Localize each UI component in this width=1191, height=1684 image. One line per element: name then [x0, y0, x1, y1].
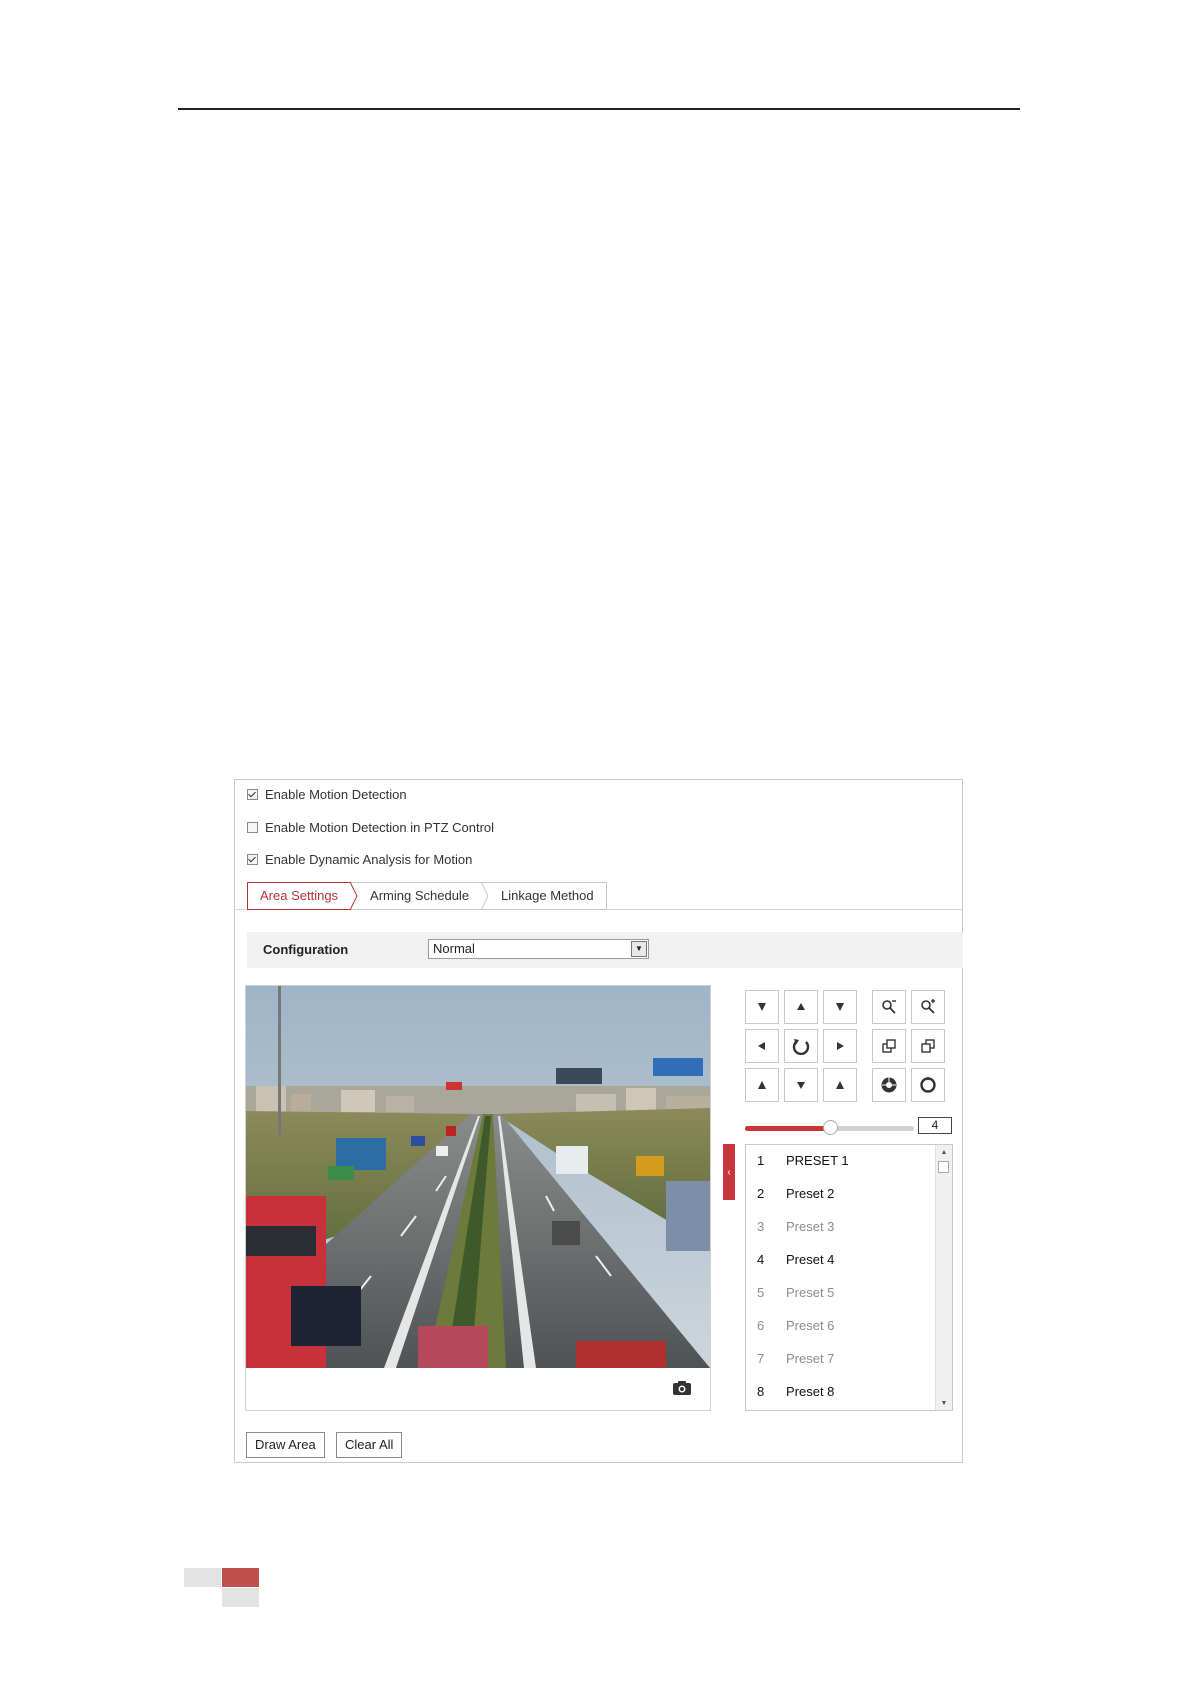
- up-icon[interactable]: [784, 990, 818, 1024]
- enable-motion-detection-label: Enable Motion Detection: [265, 786, 407, 802]
- configuration-label: Configuration: [263, 942, 349, 957]
- ptz-speed-slider-fill: [745, 1126, 830, 1131]
- preset-name: Preset 7: [786, 1350, 835, 1366]
- auto-rotate-icon[interactable]: [784, 1029, 818, 1063]
- preset-number: 4: [757, 1251, 765, 1267]
- preset-number: 6: [757, 1317, 765, 1333]
- preset-number: 8: [757, 1383, 765, 1399]
- ptz-speed-value: 4: [918, 1117, 952, 1134]
- focus-far-icon[interactable]: [911, 1029, 945, 1063]
- preset-name: Preset 3: [786, 1218, 835, 1234]
- tab-area-settings[interactable]: Area Settings: [247, 882, 351, 910]
- scroll-thumb[interactable]: [938, 1161, 949, 1173]
- enable-motion-detection-checkbox[interactable]: [247, 788, 258, 800]
- preset-name: Preset 5: [786, 1284, 835, 1300]
- configuration-select[interactable]: Normal ▼: [428, 939, 649, 959]
- enable-dynamic-analysis-label: Enable Dynamic Analysis for Motion: [265, 851, 473, 867]
- footer-tile: [222, 1588, 259, 1607]
- iris-close-icon[interactable]: [911, 1068, 945, 1102]
- preset-name: Preset 6: [786, 1317, 835, 1333]
- left-icon[interactable]: [745, 1029, 779, 1063]
- preset-number: 5: [757, 1284, 765, 1300]
- right-down-icon[interactable]: [823, 1068, 857, 1102]
- clear-all-button[interactable]: Clear All: [336, 1432, 403, 1458]
- preset-name: Preset 2: [786, 1185, 835, 1201]
- tab-separator: [481, 882, 490, 910]
- live-view-area[interactable]: [245, 985, 711, 1411]
- left-down-icon[interactable]: [745, 1068, 779, 1102]
- enable-motion-ptz-checkbox[interactable]: [247, 821, 258, 833]
- draw-area-button[interactable]: Draw Area: [246, 1432, 325, 1458]
- ptz-speed-slider-handle[interactable]: [822, 1120, 838, 1135]
- preset-list: ▲ ▼ 1 PRESET 1 2 Preset 2 3 Preset 3 4 Preset 4…: [745, 1144, 953, 1411]
- preset-number: 3: [757, 1218, 765, 1234]
- tab-separator: [350, 882, 359, 910]
- collapse-panel-button[interactable]: ‹: [723, 1144, 735, 1200]
- enable-motion-ptz-label: Enable Motion Detection in PTZ Control: [265, 819, 495, 835]
- preset-name: Preset 4: [786, 1251, 835, 1267]
- preset-row[interactable]: 3 Preset 3: [746, 1216, 936, 1236]
- enable-dynamic-analysis-row[interactable]: Enable Dynamic Analysis for Motion: [247, 850, 472, 868]
- left-up-icon[interactable]: [745, 990, 779, 1024]
- preset-name: PRESET 1: [786, 1152, 849, 1168]
- header-rule: [178, 108, 1020, 110]
- motion-detection-panel: Enable Motion Detection Enable Motion De…: [234, 779, 963, 1463]
- preset-name: Preset 8: [786, 1383, 835, 1399]
- preset-row[interactable]: 6 Preset 6: [746, 1315, 936, 1335]
- preset-row[interactable]: 5 Preset 5: [746, 1282, 936, 1302]
- configuration-bar: Configuration Normal ▼: [247, 932, 963, 968]
- preset-number: 1: [757, 1152, 765, 1168]
- down-icon[interactable]: [784, 1068, 818, 1102]
- chevron-left-icon: ‹: [727, 1166, 731, 1178]
- tab-bar: Area Settings Arming Schedule Linkage Me…: [247, 882, 607, 910]
- focus-near-icon[interactable]: [872, 1029, 906, 1063]
- preset-row[interactable]: 8 Preset 8: [746, 1381, 936, 1401]
- tab-arming-schedule[interactable]: Arming Schedule: [358, 882, 482, 910]
- enable-dynamic-analysis-checkbox[interactable]: [247, 853, 258, 865]
- zoom-out-icon[interactable]: [872, 990, 906, 1024]
- right-icon[interactable]: [823, 1029, 857, 1063]
- enable-motion-ptz-row[interactable]: Enable Motion Detection in PTZ Control: [247, 818, 494, 836]
- preset-row[interactable]: 4 Preset 4: [746, 1249, 936, 1269]
- preset-row[interactable]: 2 Preset 2: [746, 1183, 936, 1203]
- ptz-speed-slider[interactable]: [745, 1120, 914, 1135]
- preset-number: 2: [757, 1185, 765, 1201]
- preset-list-scrollbar[interactable]: ▲ ▼: [935, 1145, 952, 1410]
- iris-open-icon[interactable]: [872, 1068, 906, 1102]
- footer-tile-red: [222, 1568, 259, 1587]
- preset-row[interactable]: 7 Preset 7: [746, 1348, 936, 1368]
- scroll-up-icon[interactable]: ▲: [936, 1145, 952, 1159]
- footer-tile: [184, 1568, 221, 1587]
- right-up-icon[interactable]: [823, 990, 857, 1024]
- chevron-down-icon[interactable]: ▼: [631, 941, 647, 957]
- live-video-image[interactable]: [246, 986, 710, 1368]
- enable-motion-detection-row[interactable]: Enable Motion Detection: [247, 785, 407, 803]
- preset-number: 7: [757, 1350, 765, 1366]
- scroll-down-icon[interactable]: ▼: [936, 1396, 952, 1410]
- camera-snapshot-icon[interactable]: [672, 1380, 692, 1396]
- zoom-in-icon[interactable]: [911, 990, 945, 1024]
- preset-row[interactable]: 1 PRESET 1: [746, 1150, 936, 1170]
- configuration-select-value: Normal: [433, 941, 475, 956]
- tab-linkage-method[interactable]: Linkage Method: [489, 882, 607, 910]
